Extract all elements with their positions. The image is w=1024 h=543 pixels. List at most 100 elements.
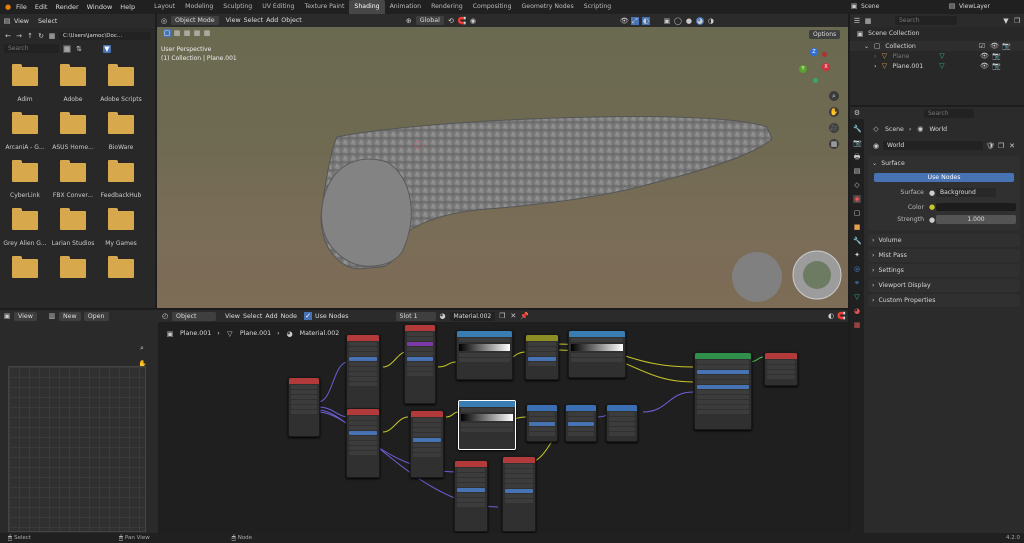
folder-item[interactable]: [98, 256, 144, 288]
menu-view[interactable]: View: [14, 18, 29, 25]
outliner-search-input[interactable]: Search: [895, 16, 957, 25]
folder-item[interactable]: [2, 256, 48, 288]
material-tab-icon[interactable]: ◕: [853, 307, 861, 315]
properties-editor-icon[interactable]: ⚙: [853, 109, 861, 117]
shader-menu-select[interactable]: Select: [243, 313, 262, 320]
xray-icon[interactable]: ▣: [663, 17, 671, 25]
section-mist-pass[interactable]: › Mist Pass: [868, 249, 1020, 262]
snap-icon[interactable]: 🧲: [458, 17, 467, 25]
section-settings[interactable]: › Settings: [868, 264, 1020, 277]
folder-item[interactable]: My Games: [98, 208, 144, 247]
world-name-field[interactable]: World: [883, 141, 983, 150]
image-editor-canvas[interactable]: ⌕ ✋: [0, 322, 158, 533]
workspace-tab-uv-editing[interactable]: UV Editing: [257, 0, 299, 14]
menu-file[interactable]: File: [12, 3, 31, 11]
bump-node-2[interactable]: [565, 404, 597, 442]
folder-item[interactable]: Grey Alien G...: [2, 208, 48, 247]
orientation-selector[interactable]: Global: [415, 16, 444, 25]
editor-type-icon[interactable]: ▤: [3, 17, 11, 25]
menu-help[interactable]: Help: [116, 3, 139, 11]
folder-item[interactable]: Adim: [2, 64, 48, 103]
thumbnail-view-icon[interactable]: ▦: [63, 44, 71, 53]
world-tab-icon[interactable]: ◉: [853, 195, 861, 203]
folder-item[interactable]: ASUS Home...: [50, 112, 96, 151]
refresh-icon[interactable]: ↻: [37, 32, 45, 40]
workspace-tab-geometry-nodes[interactable]: Geometry Nodes: [517, 0, 579, 14]
open-image-button[interactable]: Open: [83, 311, 109, 321]
workspace-tab-rendering[interactable]: Rendering: [426, 0, 468, 14]
use-nodes-button[interactable]: Use Nodes: [874, 173, 1014, 182]
surface-shader-selector[interactable]: Background: [936, 188, 996, 197]
plane001-eye-icon[interactable]: 👁: [980, 62, 989, 70]
bump-node-1[interactable]: [526, 404, 558, 442]
viewport-canvas[interactable]: ▢ ▦ ▦ ▦ ▦ User Perspective (1) Collectio…: [157, 27, 848, 308]
view-layer-tab-icon[interactable]: ▤: [853, 167, 861, 175]
wireframe-shading-icon[interactable]: ◯: [674, 17, 682, 25]
mix-node[interactable]: [525, 334, 559, 380]
tool-tab-icon[interactable]: 🔧: [853, 125, 862, 133]
section-volume[interactable]: › Volume: [868, 234, 1020, 247]
physics-tab-icon[interactable]: ◎: [853, 265, 861, 273]
color-ramp-node-3[interactable]: [458, 400, 516, 450]
shader-menu-node[interactable]: Node: [281, 313, 297, 320]
workspace-tab-modeling[interactable]: Modeling: [180, 0, 218, 14]
overlay-icon[interactable]: ◐: [641, 16, 650, 25]
folder-item[interactable]: FBX Conver...: [50, 160, 96, 199]
strength-field[interactable]: 1.000: [936, 215, 1016, 224]
noise-texture-node-1[interactable]: [346, 334, 380, 412]
color-field[interactable]: [936, 203, 1016, 211]
menu-edit[interactable]: Edit: [31, 3, 52, 11]
world-browse-icon[interactable]: ◉: [872, 142, 880, 150]
sort-icon[interactable]: ⇅: [75, 45, 83, 53]
viewport-menu-object[interactable]: Object: [281, 17, 302, 24]
folder-item[interactable]: BioWare: [98, 112, 144, 151]
node-canvas[interactable]: ▣ Plane.001 › ▽ Plane.001 › ◕ Material.002: [158, 322, 848, 533]
workspace-tab-compositing[interactable]: Compositing: [468, 0, 517, 14]
folder-item[interactable]: ArcaniA - G...: [2, 112, 48, 151]
modifier-tab-icon[interactable]: 🔧: [853, 237, 862, 245]
workspace-tab-shading[interactable]: Shading: [349, 0, 385, 14]
slot-selector[interactable]: Slot 1: [395, 311, 436, 321]
pivot-icon[interactable]: ⟲: [447, 17, 455, 25]
material-name-field[interactable]: Material.002: [449, 311, 496, 321]
stone-mesh[interactable]: [157, 27, 848, 308]
folder-item[interactable]: Adobe Scripts: [98, 64, 144, 103]
mode-selector[interactable]: Object Mode: [171, 16, 219, 25]
duplicate-material-icon[interactable]: ❐: [498, 312, 506, 320]
menu-select[interactable]: Select: [38, 18, 57, 25]
menu-window[interactable]: Window: [83, 3, 117, 11]
new-image-button[interactable]: New: [58, 311, 81, 321]
folder-item[interactable]: Larian Studios: [50, 208, 96, 247]
folder-item[interactable]: [50, 256, 96, 288]
output-tab-icon[interactable]: 🖶: [853, 153, 861, 161]
color-ramp-node-2[interactable]: [568, 330, 626, 378]
solid-shading-icon[interactable]: ●: [685, 17, 693, 25]
proportional-icon[interactable]: ◉: [469, 17, 477, 25]
folder-item[interactable]: FeedbackHub: [98, 160, 144, 199]
data-tab-icon[interactable]: ▽: [853, 293, 861, 301]
image-browse-icon[interactable]: ▥: [48, 312, 56, 320]
plane001-camera-icon[interactable]: 📷: [992, 62, 1001, 70]
world-unlink-icon[interactable]: ✕: [1008, 142, 1016, 150]
new-folder-icon[interactable]: ▦: [48, 32, 56, 40]
shader-editor-icon[interactable]: ◴: [161, 312, 169, 320]
collection-eye-icon[interactable]: 👁: [990, 42, 999, 50]
rendered-shading-icon[interactable]: ◑: [707, 17, 715, 25]
path-field[interactable]: C:\Users\jamoc\Doc...: [59, 32, 151, 40]
outliner-plane[interactable]: Plane: [892, 53, 934, 60]
material-shading-icon[interactable]: ◕: [695, 16, 704, 25]
shader-menu-view[interactable]: View: [225, 313, 240, 320]
visibility-icon[interactable]: 👁: [620, 17, 629, 25]
surface-section-header[interactable]: Surface: [881, 160, 905, 167]
overlay-toggle-icon[interactable]: ◐: [827, 312, 835, 320]
filter-icon[interactable]: ▼: [103, 44, 111, 53]
scene-tab-icon[interactable]: ◇: [853, 181, 861, 189]
scene-icon[interactable]: ▣: [850, 2, 858, 10]
collection-tab-icon[interactable]: ▢: [853, 209, 861, 217]
scene-selector[interactable]: Scene: [861, 3, 911, 10]
workspace-tab-texture-paint[interactable]: Texture Paint: [299, 0, 349, 14]
particles-tab-icon[interactable]: ✦: [853, 251, 861, 259]
workspace-tab-animation[interactable]: Animation: [385, 0, 427, 14]
voronoi-texture-node-3[interactable]: [502, 456, 536, 532]
collection-check-icon[interactable]: ☑: [978, 42, 986, 50]
